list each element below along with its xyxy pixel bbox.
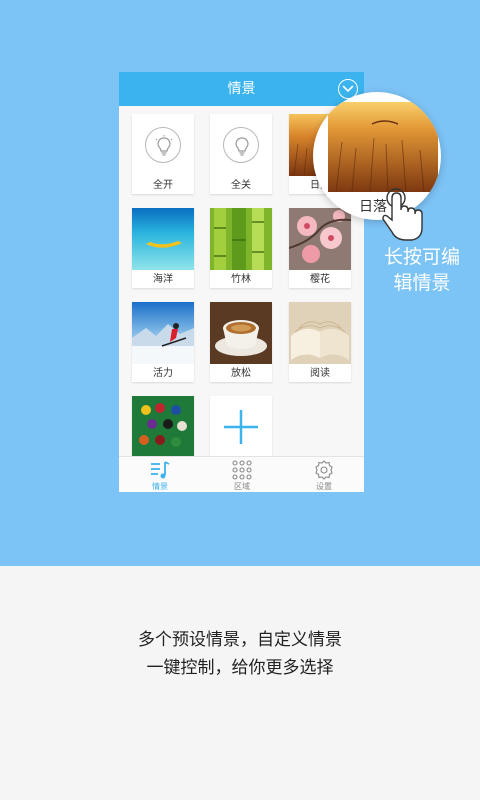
app-header: 情景 — [119, 72, 364, 106]
page-title: 情景 — [227, 81, 256, 97]
scene-tile-all-off[interactable]: 全关 — [210, 114, 272, 194]
scene-tile-bamboo[interactable]: 竹林 — [210, 208, 272, 288]
scene-tile-reading[interactable]: 阅读 — [289, 302, 351, 382]
tab-label: 区域 — [234, 482, 250, 491]
tab-label: 设置 — [316, 482, 332, 491]
scene-label: 全开 — [153, 180, 173, 191]
caption-line-2: 一键控制，给你更多选择 — [146, 658, 334, 678]
coffee-photo — [210, 302, 272, 364]
scene-label: 全关 — [231, 180, 251, 191]
sunset-photo-zoomed — [328, 102, 438, 192]
long-press-hint: 长按可编 辑情景 — [372, 244, 472, 296]
lightbulb-on-icon — [132, 114, 194, 176]
scene-label: 樱花 — [310, 274, 330, 285]
ocean-photo — [132, 208, 194, 270]
scene-label: 放松 — [231, 368, 251, 379]
billiards-photo — [132, 396, 194, 456]
scene-label: 竹林 — [231, 274, 251, 285]
scene-tile-energy[interactable]: 活力 — [132, 302, 194, 382]
add-scene-button[interactable] — [210, 396, 272, 456]
caption-line-1: 多个预设情景，自定义情景 — [138, 630, 342, 650]
hand-pointer-icon — [382, 188, 423, 241]
scene-label: 阅读 — [310, 368, 330, 379]
add-icon — [210, 396, 272, 456]
scene-tile-relax[interactable]: 放松 — [210, 302, 272, 382]
scene-label: 海洋 — [153, 274, 173, 285]
tab-label: 情景 — [152, 482, 168, 491]
scene-tile-billiards[interactable] — [132, 396, 194, 456]
scallop-divider — [0, 562, 480, 570]
scene-tile-cherry[interactable]: 樱花 — [289, 208, 351, 288]
tab-scenes[interactable]: 情景 — [119, 457, 201, 493]
gear-icon — [315, 460, 333, 480]
tab-bar: 情景 区域 设置 — [119, 456, 364, 492]
tab-settings[interactable]: 设置 — [283, 457, 365, 493]
bamboo-photo — [210, 208, 272, 270]
grid-dots-icon — [232, 460, 252, 480]
skiing-photo — [132, 302, 194, 364]
chevron-down-icon — [342, 85, 354, 93]
tab-areas[interactable]: 区域 — [201, 457, 283, 493]
scene-label: 活力 — [153, 368, 173, 379]
scene-tile-all-on[interactable]: 全开 — [132, 114, 194, 194]
hint-line-2: 辑情景 — [393, 272, 451, 294]
hint-line-1: 长按可编 — [383, 246, 460, 268]
book-photo — [289, 302, 351, 364]
scene-tile-ocean[interactable]: 海洋 — [132, 208, 194, 288]
lightbulb-off-icon — [210, 114, 272, 176]
music-list-icon — [151, 461, 170, 479]
cherry-blossom-photo — [289, 208, 351, 270]
